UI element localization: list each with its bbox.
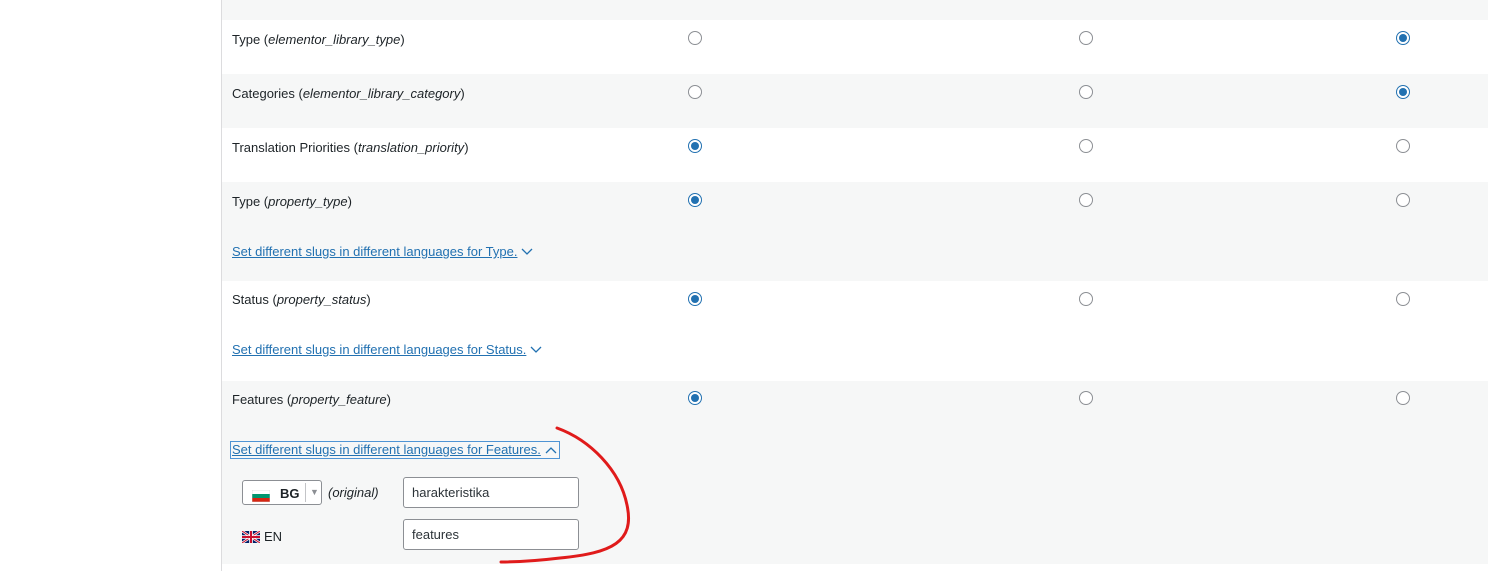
uk-flag-icon [242, 531, 260, 543]
taxonomy-name: Status [232, 292, 269, 307]
taxonomy-slug: elementor_library_category [302, 86, 461, 101]
radio-display-as-translated[interactable] [1079, 85, 1093, 99]
taxonomy-name: Type [232, 32, 261, 47]
table-row: Translation Priorities (translation_prio… [222, 128, 1488, 182]
radio-display-as-translated[interactable] [1079, 193, 1093, 207]
language-code: EN [264, 529, 283, 544]
radio-not-translatable[interactable] [1396, 31, 1410, 45]
taxonomy-label: Translation Priorities (translation_prio… [232, 140, 469, 155]
chevron-down-icon [530, 346, 542, 353]
taxonomy-slug: property_feature [291, 392, 387, 407]
radio-display-as-translated[interactable] [1079, 31, 1093, 45]
taxonomy-label: Type (property_type) [232, 194, 352, 209]
taxonomy-name: Categories [232, 86, 295, 101]
table-row: Features (property_feature) Set differen… [222, 381, 1488, 564]
taxonomy-slug: property_type [268, 194, 348, 209]
radio-not-translatable[interactable] [1396, 139, 1410, 153]
taxonomy-slug: elementor_library_type [268, 32, 401, 47]
dropdown-arrow-icon: ▼ [310, 487, 319, 497]
original-marker: (original) [328, 485, 379, 500]
taxonomy-label: Categories (elementor_library_category) [232, 86, 465, 101]
radio-display-as-translated[interactable] [1079, 391, 1093, 405]
radio-not-translatable[interactable] [1396, 85, 1410, 99]
select-divider [305, 483, 306, 502]
taxonomy-label: Type (elementor_library_type) [232, 32, 405, 47]
link-text: Set different slugs in different languag… [232, 442, 541, 457]
link-text: Set different slugs in different languag… [232, 342, 527, 357]
bulgaria-flag-icon [252, 490, 270, 502]
taxonomy-name: Type [232, 194, 261, 209]
chevron-down-icon [522, 248, 533, 255]
original-language-select[interactable]: BG ▼ [242, 480, 322, 505]
chevron-up-icon [545, 447, 557, 454]
taxonomy-translation-table: Type (elementor_library_type) Categories… [222, 0, 1488, 571]
table-row-partial [222, 0, 1488, 20]
taxonomy-slug: translation_priority [357, 140, 465, 155]
radio-translate[interactable] [688, 391, 702, 405]
table-row: Type (property_type) Set different slugs… [222, 182, 1488, 281]
different-slugs-link-type[interactable]: Set different slugs in different languag… [232, 244, 535, 260]
radio-not-translatable[interactable] [1396, 193, 1410, 207]
table-row: Categories (elementor_library_category) [222, 74, 1488, 128]
radio-not-translatable[interactable] [1396, 391, 1410, 405]
original-slug-input[interactable] [403, 477, 579, 508]
taxonomy-slug: property_status [276, 292, 367, 307]
translated-slug-input[interactable] [403, 519, 579, 550]
taxonomy-label: Features (property_feature) [232, 392, 392, 407]
taxonomy-label: Status (property_status) [232, 292, 371, 307]
radio-translate[interactable] [688, 31, 702, 45]
table-row: Type (elementor_library_type) [222, 20, 1488, 74]
language-code: BG [280, 486, 300, 501]
radio-not-translatable[interactable] [1396, 292, 1410, 306]
taxonomy-name: Translation Priorities [232, 140, 351, 155]
different-slugs-link-features[interactable]: Set different slugs in different languag… [230, 441, 560, 459]
table-bottom [222, 564, 1488, 571]
taxonomy-name: Features [232, 392, 284, 407]
radio-translate[interactable] [688, 139, 702, 153]
radio-translate[interactable] [688, 85, 702, 99]
radio-display-as-translated[interactable] [1079, 292, 1093, 306]
radio-translate[interactable] [688, 292, 702, 306]
link-text: Set different slugs in different languag… [232, 244, 518, 259]
table-row: Status (property_status) Set different s… [222, 281, 1488, 381]
radio-translate[interactable] [688, 193, 702, 207]
different-slugs-link-status[interactable]: Set different slugs in different languag… [232, 342, 544, 358]
radio-display-as-translated[interactable] [1079, 139, 1093, 153]
